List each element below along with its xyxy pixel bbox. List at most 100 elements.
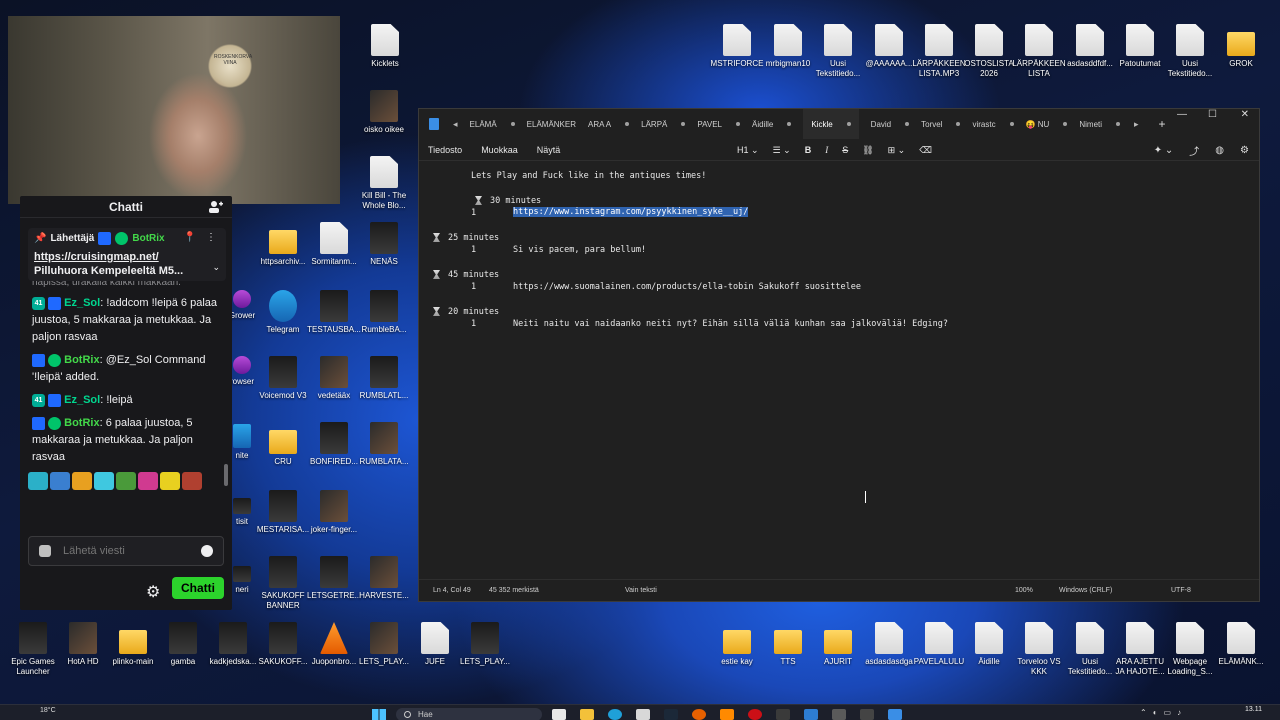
selected-url[interactable]: https://www.instagram.com/psyykkinen_syk… bbox=[513, 207, 749, 217]
file-explorer-icon[interactable] bbox=[580, 709, 594, 720]
desktop-icon-vedetaax[interactable]: vedetääx bbox=[307, 356, 361, 401]
terminal-icon[interactable] bbox=[776, 709, 790, 720]
desktop-icon-bonfired[interactable]: BONFIRED... bbox=[307, 422, 361, 467]
clear-formatting-icon[interactable]: ⌫ bbox=[919, 145, 932, 156]
settings-icon[interactable]: ⚙ bbox=[1240, 145, 1249, 156]
tab-virastc[interactable]: virastc bbox=[972, 120, 1014, 129]
system-tray[interactable]: ⌃◐▭♪ bbox=[1140, 708, 1187, 717]
chat-username[interactable]: Ez_Sol bbox=[64, 297, 100, 309]
opera-icon[interactable] bbox=[748, 709, 762, 720]
tab-elamanker[interactable]: ELÄMÄNKER bbox=[527, 120, 576, 129]
desktop-icon-aidille[interactable]: Äidille bbox=[962, 622, 1016, 667]
chat-scrollbar[interactable] bbox=[224, 464, 228, 486]
table-icon[interactable]: ⊞ ⌄ bbox=[888, 145, 906, 156]
line-ending[interactable]: Windows (CRLF) bbox=[1059, 587, 1112, 594]
emote-icon[interactable] bbox=[116, 472, 136, 490]
desktop-icon-lets-play-1[interactable]: LETS_PLAY... bbox=[357, 622, 411, 667]
emote-icon[interactable] bbox=[72, 472, 92, 490]
desktop-icon-webpage-loading[interactable]: Webpage Loading_S... bbox=[1163, 622, 1217, 677]
more-options-icon[interactable]: ⋮ bbox=[206, 232, 216, 243]
tab-david[interactable]: David bbox=[871, 120, 910, 129]
chat-send-button[interactable]: Chatti bbox=[172, 577, 224, 599]
tab-kickle[interactable]: Kickle bbox=[803, 109, 859, 139]
menu-nayta[interactable]: Näytä bbox=[537, 145, 561, 155]
desktop-icon-sakukoff[interactable]: SAKUKOFF... bbox=[256, 622, 310, 667]
windows-start-icon[interactable] bbox=[372, 709, 386, 720]
chat-username[interactable]: BotRix bbox=[64, 417, 99, 429]
tab-larpa[interactable]: LÄRPÄ bbox=[641, 120, 686, 129]
tab-pavel[interactable]: PAVEL bbox=[697, 120, 740, 129]
desktop-icon-mstriforce[interactable]: MSTRIFORCE bbox=[710, 24, 764, 69]
clock[interactable]: 13.11 bbox=[1245, 706, 1262, 713]
close-icon[interactable]: ✕ bbox=[1241, 109, 1249, 125]
tab-nu[interactable]: 😝 NU bbox=[1026, 120, 1068, 129]
chat-input-box[interactable] bbox=[28, 536, 224, 566]
desktop-icon-httpsarchiv[interactable]: httpsarchiv... bbox=[256, 222, 310, 267]
chat-message-input[interactable] bbox=[63, 545, 193, 557]
desktop-icon-pavelalulu[interactable]: PAVELALULU bbox=[912, 622, 966, 667]
desktop-icon-cru[interactable]: CRU bbox=[256, 422, 310, 467]
desktop-icon-mestarisa[interactable]: MESTARISA... bbox=[256, 490, 310, 535]
desktop-icon-epic-games[interactable]: Epic Games Launcher bbox=[6, 622, 60, 677]
tab-scroll-right-icon[interactable]: ▸ bbox=[1134, 119, 1139, 130]
zoom-level[interactable]: 100% bbox=[1015, 587, 1033, 594]
taskbar-search[interactable]: Hae bbox=[396, 708, 542, 720]
list-dropdown-icon[interactable]: ☰ ⌄ bbox=[773, 145, 791, 156]
desktop-icon-gamba[interactable]: gamba bbox=[156, 622, 210, 667]
desktop-icon-jufe[interactable]: JUFE bbox=[408, 622, 462, 667]
vscode-icon[interactable] bbox=[804, 709, 818, 720]
desktop-icon-telegram[interactable]: Telegram bbox=[256, 290, 310, 335]
desktop-icon-ara-ajettu[interactable]: ARA AJETTU JA HAJOTE... bbox=[1113, 622, 1167, 677]
desktop-icon-kadkjedska[interactable]: kadkjedska... bbox=[206, 622, 260, 667]
encoding[interactable]: UTF-8 bbox=[1171, 587, 1191, 594]
emote-icon[interactable] bbox=[182, 472, 202, 490]
menu-muokkaa[interactable]: Muokkaa bbox=[481, 145, 518, 155]
desktop-icon-elamank[interactable]: ELÄMÄNK... bbox=[1214, 622, 1268, 667]
desktop-icon-mrbigman[interactable]: mrbigman10 bbox=[761, 24, 815, 69]
emote-icon[interactable] bbox=[138, 472, 158, 490]
desktop-icon-sakukoff-banner[interactable]: SAKUKOFF BANNER bbox=[256, 556, 310, 611]
desktop-icon-estie-kay[interactable]: estie kay bbox=[710, 622, 764, 667]
minimize-icon[interactable]: — bbox=[1177, 109, 1187, 125]
emote-icon[interactable] bbox=[160, 472, 180, 490]
desktop-icon-aaaaaa[interactable]: @AAAAAA... bbox=[862, 24, 916, 69]
desktop-icon-joker-finger[interactable]: joker-finger... bbox=[307, 490, 361, 535]
desktop-icon-tts[interactable]: TTS bbox=[761, 622, 815, 667]
maximize-icon[interactable]: ☐ bbox=[1208, 109, 1217, 125]
bold-icon[interactable]: B bbox=[805, 145, 812, 155]
firefox-icon[interactable] bbox=[692, 709, 706, 720]
italic-icon[interactable]: I bbox=[825, 145, 828, 155]
desktop-icon-ajurit[interactable]: AJURIT bbox=[811, 622, 865, 667]
obs-icon[interactable] bbox=[860, 709, 874, 720]
desktop-icon-voicemod[interactable]: Voicemod V3 bbox=[256, 356, 310, 401]
share-icon[interactable]: ⤴ bbox=[1189, 143, 1199, 158]
users-icon[interactable] bbox=[208, 200, 224, 214]
steam-icon[interactable] bbox=[664, 709, 678, 720]
unpin-icon[interactable]: 📍 bbox=[184, 232, 196, 243]
desktop-icon-nenas[interactable]: NENÄS bbox=[357, 222, 411, 267]
desktop-icon-sormitanm[interactable]: Sormitanm... bbox=[307, 222, 361, 267]
desktop-icon-uusi-2[interactable]: Uusi Tekstitiedo... bbox=[1163, 24, 1217, 79]
heading-dropdown[interactable]: H1 ⌄ bbox=[737, 145, 759, 156]
weather-widget[interactable]: 18°C bbox=[40, 707, 56, 714]
tab-nimeton[interactable]: Nimeti bbox=[1079, 120, 1121, 129]
chat-username[interactable]: Ez_Sol bbox=[64, 394, 100, 406]
new-tab-plus-icon[interactable]: + bbox=[1159, 117, 1166, 131]
copilot-icon[interactable]: ✦ ⌄ bbox=[1154, 145, 1174, 156]
desktop-icon-harveste[interactable]: HARVESTE... bbox=[357, 556, 411, 601]
desktop-icon-kill-bill[interactable]: Kill Bill - The Whole Blo... bbox=[357, 156, 411, 211]
tab-ara[interactable]: ARA A bbox=[588, 120, 630, 129]
desktop-icon-hota[interactable]: HotA HD bbox=[56, 622, 110, 667]
store-icon[interactable] bbox=[636, 709, 650, 720]
desktop-icon-rumbleba[interactable]: RumbleBA... bbox=[357, 290, 411, 335]
emote-icon[interactable] bbox=[28, 472, 48, 490]
desktop-icon-torveloo[interactable]: Torveloo VS KKK bbox=[1012, 622, 1066, 677]
emoji-icon[interactable] bbox=[201, 545, 213, 557]
desktop-icon-oisko-oikee[interactable]: oisko oikee bbox=[357, 90, 411, 135]
pinned-message[interactable]: 📌 Lähettäjä BotRix 📍 ⋮ https://cruisingm… bbox=[28, 228, 226, 281]
notepad-taskbar-icon[interactable] bbox=[888, 709, 902, 720]
notepad-editor[interactable]: Lets Play and Fuck like in the antiques … bbox=[419, 161, 1259, 571]
menu-tiedosto[interactable]: Tiedosto bbox=[428, 145, 462, 155]
account-icon[interactable]: ◍ bbox=[1215, 145, 1224, 156]
desktop-icon-asdasddfdf[interactable]: asdasddfdf... bbox=[1063, 24, 1117, 69]
